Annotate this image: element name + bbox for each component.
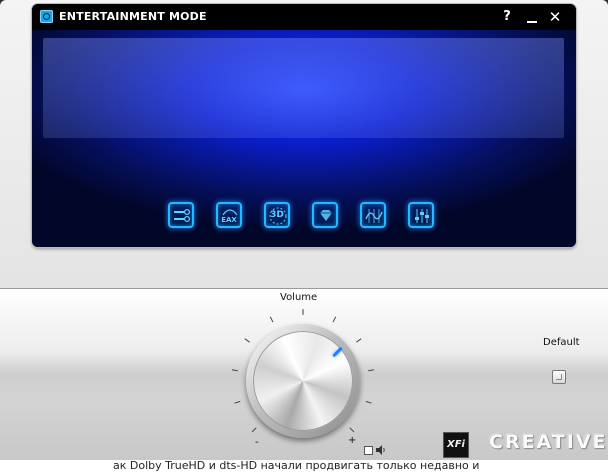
knob-face bbox=[253, 331, 353, 431]
default-label: Default bbox=[543, 337, 580, 348]
background-page-text: ак Dolby TrueHD и dts-HD начали продвига… bbox=[0, 460, 608, 472]
mute-checkbox[interactable] bbox=[364, 446, 373, 455]
title-bar: ENTERTAINMENT MODE ? ✕ bbox=[32, 4, 576, 30]
equalizer-button[interactable] bbox=[360, 202, 386, 228]
window-title: ENTERTAINMENT MODE bbox=[59, 10, 207, 23]
eax-button[interactable]: EAX bbox=[216, 202, 242, 228]
volume-knob[interactable] bbox=[246, 324, 360, 438]
volume-tick bbox=[356, 338, 362, 343]
help-button[interactable]: ? bbox=[497, 7, 517, 27]
background-text: ак Dolby TrueHD и dts-HD начали продвига… bbox=[113, 460, 480, 472]
mixer-icon bbox=[174, 208, 191, 223]
volume-tick bbox=[332, 316, 337, 323]
mixer-button[interactable] bbox=[168, 202, 194, 228]
creative-logo: CREATIVE bbox=[489, 431, 608, 453]
control-panel: Volume - + Default XFi CREATIVE bbox=[0, 288, 608, 472]
sliders-icon bbox=[415, 209, 429, 223]
entertainment-mode-window: ENTERTAINMENT MODE ? ✕ EAX 3D Volume - +… bbox=[0, 0, 608, 472]
volume-tick bbox=[365, 400, 372, 404]
minimize-button[interactable] bbox=[522, 7, 542, 27]
crystalizer-button[interactable] bbox=[312, 202, 338, 228]
volume-tick bbox=[368, 369, 375, 372]
close-button[interactable]: ✕ bbox=[545, 7, 565, 27]
3d-button[interactable]: 3D bbox=[264, 202, 290, 228]
display-panel: ENTERTAINMENT MODE ? ✕ EAX 3D bbox=[32, 4, 576, 247]
app-icon bbox=[40, 10, 53, 23]
equalizer-wave-icon bbox=[365, 209, 383, 223]
volume-tick bbox=[244, 338, 250, 343]
display-area: EAX 3D bbox=[32, 30, 576, 247]
volume-tick bbox=[231, 369, 238, 372]
volume-tick bbox=[349, 427, 355, 433]
volume-tick bbox=[234, 400, 241, 404]
xfi-logo: XFi bbox=[443, 432, 469, 458]
volume-tick bbox=[251, 427, 257, 433]
minimize-icon bbox=[527, 21, 537, 23]
default-button[interactable] bbox=[552, 370, 566, 384]
volume-max-label: + bbox=[348, 435, 357, 446]
volume-tick bbox=[269, 316, 274, 323]
3d-label: 3D bbox=[270, 210, 284, 220]
crystal-diamond-icon bbox=[320, 210, 332, 221]
speaker-icon bbox=[376, 445, 385, 455]
eax-label: EAX bbox=[221, 216, 237, 224]
display-band bbox=[43, 38, 564, 138]
volume-min-label: - bbox=[255, 437, 259, 448]
settings-button[interactable] bbox=[408, 202, 434, 228]
